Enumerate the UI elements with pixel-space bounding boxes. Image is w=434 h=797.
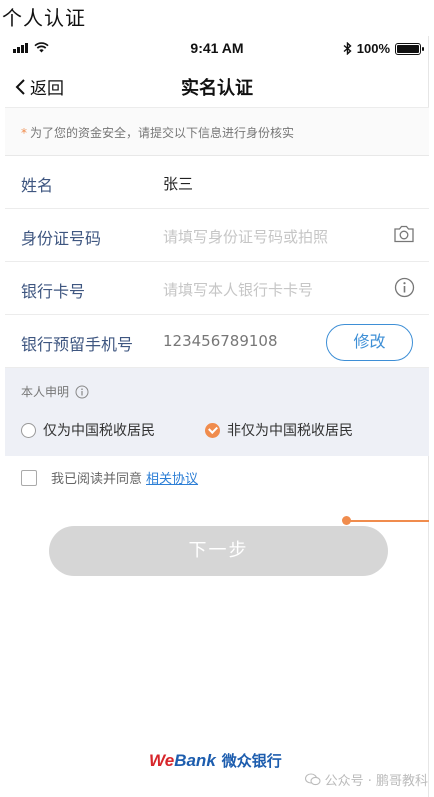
annotation-line <box>347 519 429 522</box>
card-number-input[interactable]: 请填写本人银行卡卡号 <box>163 279 313 300</box>
watermark: 公众号 · 鹏哥教科 <box>304 770 428 789</box>
agreement-link[interactable]: 相关协议 <box>146 468 198 487</box>
agreement-text: 我已阅读并同意 <box>51 472 143 487</box>
status-bar: 9:41 AM 100% <box>5 36 429 62</box>
logo-bank: Bank <box>174 751 216 770</box>
phone-value: 123456789108 <box>163 332 278 350</box>
nav-bar: 返回 实名认证 <box>5 62 429 108</box>
logo-cn: 微众银行 <box>221 752 282 770</box>
agreement-row: 我已阅读并同意 相关协议 <box>21 468 198 487</box>
security-notice: * 为了您的资金安全，请提交以下信息进行身份核实 <box>5 108 429 156</box>
name-label: 姓名 <box>21 176 54 195</box>
page-caption: 个人认证 <box>2 6 86 30</box>
battery-icon <box>395 42 424 55</box>
page-title: 实名认证 <box>181 78 253 99</box>
radio-label: 非仅为中国税收居民 <box>227 423 353 439</box>
radio-option-china-only[interactable]: 仅为中国税收居民 <box>21 420 155 440</box>
info-icon[interactable] <box>394 277 415 302</box>
bluetooth-icon <box>343 42 352 55</box>
name-value: 张三 <box>163 175 194 193</box>
card-number-row: 银行卡号 请填写本人银行卡卡号 <box>5 262 429 315</box>
declaration-title-text: 本人申明 <box>21 385 70 399</box>
camera-icon[interactable] <box>393 224 415 248</box>
declaration-title: 本人申明 <box>21 383 89 400</box>
wechat-icon <box>304 773 321 786</box>
name-row: 姓名 张三 <box>5 156 429 209</box>
watermark-text: 公众号 · 鹏哥教科 <box>324 774 428 789</box>
phone-screen: 9:41 AM 100% 返回 实名认证 * 为了您的资金安全，请提交以下信息进行… <box>5 36 429 797</box>
card-number-label: 银行卡号 <box>21 282 86 301</box>
status-right: 100% <box>343 41 424 56</box>
phone-row: 银行预留手机号 123456789108 修改 <box>5 315 429 368</box>
next-step-button[interactable]: 下一步 <box>49 526 388 576</box>
battery-percent: 100% <box>356 41 390 56</box>
agreement-checkbox[interactable] <box>21 469 37 486</box>
radio-option-not-china-only[interactable]: 非仅为中国税收居民 <box>205 420 353 440</box>
id-number-input[interactable]: 请填写身份证号码或拍照 <box>163 226 328 247</box>
logo-we: We <box>149 751 175 770</box>
modify-button[interactable]: 修改 <box>326 324 413 361</box>
webank-logo: WeBank 微众银行 <box>149 750 282 771</box>
radio-unchecked-icon <box>21 422 36 438</box>
id-number-row: 身份证号码 请填写身份证号码或拍照 <box>5 209 429 262</box>
radio-label: 仅为中国税收居民 <box>43 423 155 439</box>
info-icon[interactable] <box>75 385 89 399</box>
phone-label: 银行预留手机号 <box>21 335 134 354</box>
notice-marker: * <box>21 126 27 140</box>
declaration-section: 本人申明 仅为中国税收居民 非仅为中国税收居民 <box>5 368 429 456</box>
id-number-label: 身份证号码 <box>21 229 102 248</box>
notice-text: 为了您的资金安全，请提交以下信息进行身份核实 <box>30 126 295 140</box>
radio-checked-icon <box>205 422 220 438</box>
